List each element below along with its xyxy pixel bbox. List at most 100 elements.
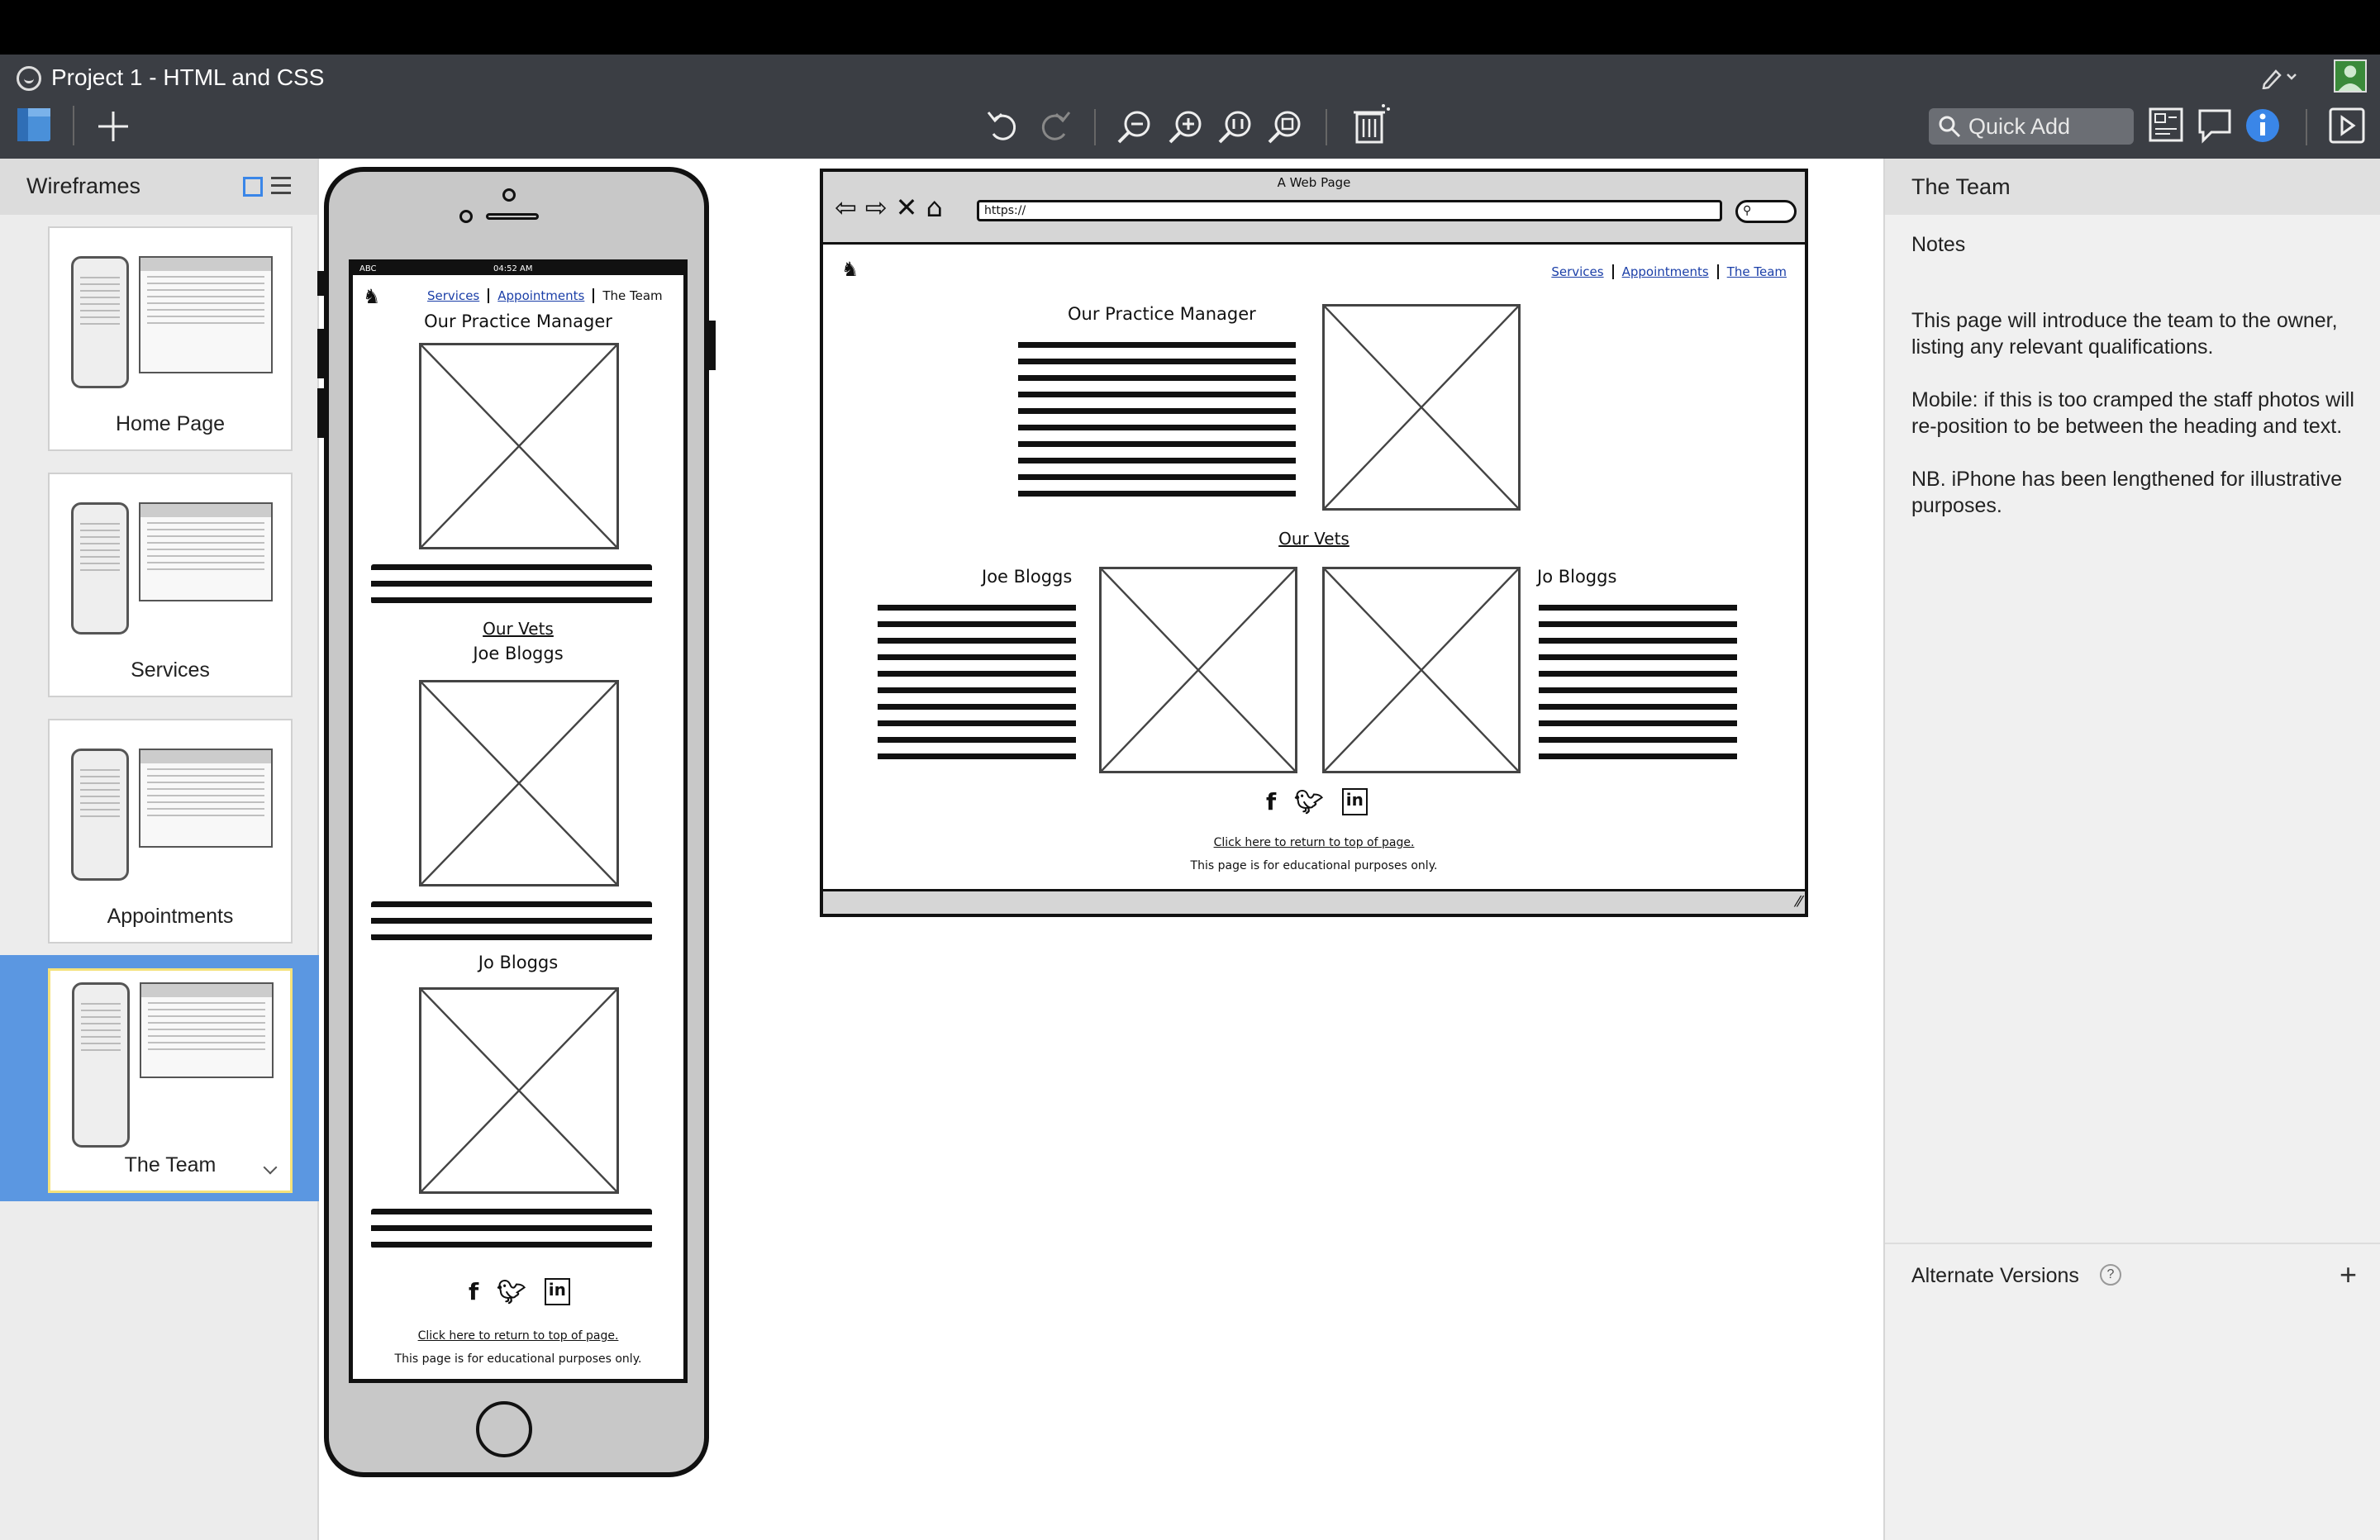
status-carrier: ABC — [359, 264, 377, 273]
thumb-browser — [140, 982, 274, 1078]
nav-appointments[interactable]: Appointments — [1622, 264, 1709, 279]
vet2-name: Jo Bloggs — [1537, 567, 1617, 587]
zoom-out-icon[interactable] — [1116, 107, 1154, 145]
manager-photo-placeholder — [1322, 304, 1521, 511]
wireframe-thumb-home[interactable]: Home Page — [48, 226, 293, 451]
vet1-name: Joe Bloggs — [473, 644, 564, 663]
vet1-photo-placeholder — [1099, 567, 1297, 773]
manager-bio-text — [371, 564, 652, 604]
wireframe-thumb-the-team[interactable]: The Team — [48, 968, 293, 1193]
wireframe-canvas: ABC 04:52 AM ♞ Services Appointments The… — [317, 159, 1883, 1540]
sidebar-toggle-icon[interactable] — [17, 107, 51, 142]
edit-pencil-icon[interactable] — [2259, 64, 2299, 89]
thumb-label: Home Page — [115, 412, 226, 435]
redo-icon[interactable] — [1036, 106, 1073, 145]
browser-search-field[interactable]: ⚲ — [1735, 200, 1797, 223]
browser-chrome: A Web Page ⇦ ⇨ ✕ ⌂ https:// ⚲ — [823, 172, 1805, 245]
phone-sensor — [459, 210, 473, 223]
facebook-icon[interactable]: f — [1266, 788, 1276, 815]
assets-icon[interactable] — [2149, 106, 2183, 144]
wireframe-thumb-appointments[interactable]: Appointments — [48, 719, 293, 943]
browser-window-title: A Web Page — [1277, 175, 1351, 190]
actual-size-icon[interactable] — [1216, 107, 1254, 145]
nav-appointments[interactable]: Appointments — [497, 288, 584, 303]
undo-icon[interactable] — [985, 106, 1021, 145]
vet2-name: Jo Bloggs — [478, 953, 559, 972]
quick-add-input[interactable]: Quick Add — [1929, 108, 2134, 145]
close-icon[interactable]: ✕ — [896, 193, 918, 221]
vet1-photo-placeholder — [419, 680, 619, 886]
mobile-status-bar: ABC 04:52 AM — [353, 264, 683, 275]
zoom-fit-icon[interactable] — [1266, 107, 1304, 145]
thumb-label: The Team — [124, 1153, 217, 1176]
twitter-icon[interactable]: 🐦︎ — [1294, 788, 1324, 815]
comments-icon[interactable] — [2197, 106, 2233, 144]
thumb-browser — [139, 749, 273, 848]
vet1-bio-text — [371, 901, 652, 941]
help-icon[interactable]: ? — [2100, 1264, 2121, 1286]
linkedin-icon[interactable]: in — [1341, 788, 1368, 815]
inspector-panel: The Team Notes This page will introduce … — [1883, 159, 2380, 1540]
vet2-photo-placeholder — [419, 987, 619, 1194]
thumb-browser — [139, 502, 273, 601]
window-title: Project 1 - HTML and CSS — [51, 64, 325, 90]
list-view-icon[interactable] — [271, 177, 291, 195]
resize-grip-icon[interactable]: ⁄⁄ — [1797, 893, 1802, 910]
phone-side-button — [317, 271, 324, 296]
vet1-bio-text — [878, 605, 1076, 763]
mobile-wireframe[interactable]: ABC 04:52 AM ♞ Services Appointments The… — [317, 167, 716, 1477]
info-icon[interactable] — [2244, 107, 2281, 144]
add-icon[interactable] — [96, 109, 131, 144]
notes-label: Notes — [1911, 233, 1966, 256]
manager-bio-text — [1018, 342, 1296, 497]
quick-add-placeholder: Quick Add — [1968, 113, 2071, 139]
phone-camera — [502, 188, 516, 202]
twitter-icon[interactable]: 🐦︎ — [497, 1278, 526, 1305]
footer-note: This page is for educational purposes on… — [394, 1352, 642, 1366]
mobile-nav: Services Appointments The Team — [427, 288, 663, 303]
nav-the-team[interactable]: The Team — [1727, 264, 1787, 279]
zoom-in-icon[interactable] — [1167, 107, 1205, 145]
facebook-icon[interactable]: f — [469, 1278, 478, 1305]
phone-home-button[interactable] — [476, 1401, 532, 1457]
thumbnail-view-icon[interactable] — [243, 177, 263, 197]
desktop-wireframe[interactable]: A Web Page ⇦ ⇨ ✕ ⌂ https:// ⚲ ♞ Services… — [820, 169, 1808, 917]
nav-services[interactable]: Services — [427, 288, 479, 303]
user-avatar[interactable] — [2334, 59, 2367, 93]
vet2-bio-text — [1539, 605, 1737, 763]
logo-icon[interactable]: ♞ — [841, 258, 859, 281]
browser-nav-buttons: ⇦ ⇨ ✕ ⌂ — [835, 193, 943, 221]
sidebar-header: Wireframes — [0, 159, 317, 215]
menu-bar-blackout — [0, 0, 2380, 55]
thumb-phone — [71, 502, 129, 635]
back-arrow-icon[interactable]: ⇦ — [835, 193, 857, 221]
present-icon[interactable] — [2329, 107, 2365, 144]
footer-note: This page is for educational purposes on… — [1190, 859, 1438, 872]
logo-icon[interactable]: ♞ — [363, 285, 381, 308]
nav-the-team[interactable]: The Team — [602, 288, 662, 303]
notes-textarea[interactable]: This page will introduce the team to the… — [1911, 307, 2358, 519]
home-icon[interactable]: ⌂ — [926, 193, 942, 221]
nav-services[interactable]: Services — [1551, 264, 1603, 279]
trash-icon[interactable] — [1350, 101, 1392, 145]
vets-heading: Our Vets — [483, 619, 554, 639]
toolbar-divider — [1326, 109, 1327, 145]
linkedin-icon[interactable]: in — [544, 1278, 570, 1305]
browser-url-field[interactable]: https:// — [977, 200, 1722, 221]
title-bar: Project 1 - HTML and CSS Quick Add — [0, 55, 2380, 159]
add-version-button[interactable]: + — [2340, 1257, 2357, 1292]
alternate-versions-label: Alternate Versions — [1911, 1264, 2079, 1287]
app-icon — [17, 66, 41, 91]
mobile-screen: ABC 04:52 AM ♞ Services Appointments The… — [349, 259, 688, 1383]
return-to-top-link[interactable]: Click here to return to top of page. — [353, 1329, 683, 1343]
forward-arrow-icon[interactable]: ⇨ — [865, 193, 888, 221]
social-icons: f 🐦︎ in — [469, 1278, 570, 1305]
search-icon: ⚲ — [1743, 204, 1752, 217]
thumb-label: Appointments — [107, 905, 234, 928]
manager-heading: Our Practice Manager — [424, 311, 612, 331]
inspector-title[interactable]: The Team — [1911, 174, 2011, 200]
return-to-top-link[interactable]: Click here to return to top of page. — [823, 836, 1805, 849]
wireframe-thumb-services[interactable]: Services — [48, 473, 293, 697]
thumb-label: Services — [131, 658, 210, 682]
alternate-versions-section: Alternate Versions ? + — [1885, 1243, 2380, 1299]
